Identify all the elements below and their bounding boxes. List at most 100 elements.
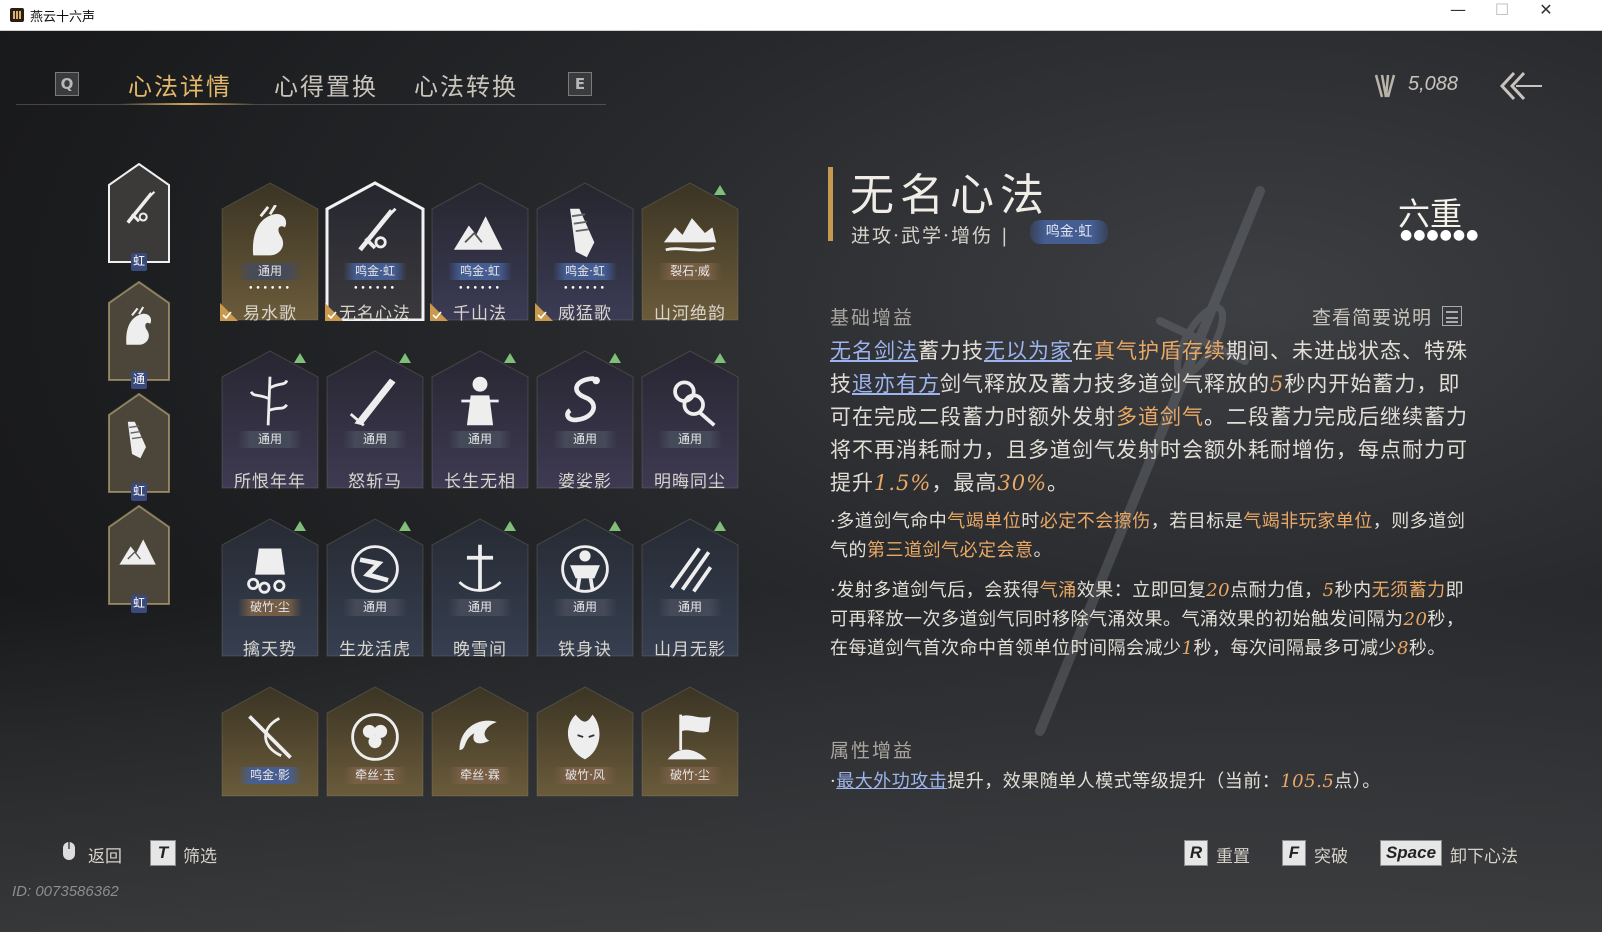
skill-card[interactable]: 通用 山月无影 (640, 517, 740, 660)
desc-text: ·多道剑气命中 (830, 511, 948, 532)
back-arrow-icon[interactable] (1498, 69, 1544, 103)
skill-card[interactable]: 牵丝·玉 (325, 685, 425, 797)
back-hint[interactable]: 返回 (88, 842, 122, 867)
section-attr-buff: 属性增益 (830, 740, 915, 762)
minimize-button[interactable]: — (1436, 0, 1480, 30)
break-key[interactable]: F (1282, 840, 1306, 866)
currency-value: 5,088 (1408, 73, 1459, 95)
card-badge: 通用 (343, 431, 407, 448)
skill-card[interactable]: 通用 •••••• 易水歌 (220, 181, 320, 324)
link-wuming-sword[interactable]: 无名剑法 (830, 339, 918, 363)
equipped-slot[interactable]: 通 (108, 281, 170, 389)
player-id: ID: 0073586362 (12, 883, 119, 900)
mountains-icon (453, 216, 503, 250)
brief-description-link[interactable]: 查看简要说明 (1312, 303, 1432, 330)
link-wuyiweijia[interactable]: 无以为家 (984, 339, 1072, 363)
skill-card[interactable]: 牵丝·霖 (430, 685, 530, 797)
desc-text: 时 (1021, 511, 1040, 532)
skill-card[interactable]: 鸣金·虹 •••••• 威猛歌 (535, 181, 635, 324)
desc-text: 提升，效果随单人模式等级提升（当前： (947, 771, 1281, 792)
skill-card[interactable]: 通用 生龙活虎 (325, 517, 425, 660)
window-title: 燕云十六声 (30, 10, 96, 25)
filter-hint[interactable]: 筛选 (183, 842, 217, 867)
tab-skill-convert[interactable]: 心法转换 (414, 67, 518, 102)
desc-text: ·发射多道剑气后，会获得 (830, 580, 1040, 601)
skill-card[interactable]: 通用 婆娑影 (535, 349, 635, 492)
card-name: 婆娑影 (558, 472, 612, 492)
skill-card[interactable]: 鸣金·影 (220, 685, 320, 797)
desc-text: 在 (1072, 339, 1094, 363)
skill-level-dots: ●●●●●● (1400, 227, 1480, 243)
next-tab-key[interactable]: E (568, 72, 592, 96)
card-name: 擒天势 (243, 640, 297, 660)
close-button[interactable]: ✕ (1524, 0, 1568, 30)
game-viewport: Q 心法详情 心得置换 心法转换 E 5,088 虹通虹虹 通用 •••••• 易水… (0, 31, 1602, 932)
equipped-slot[interactable]: 虹 (108, 505, 170, 613)
upgrade-arrow-icon (609, 521, 621, 531)
chained-fist-icon (247, 548, 286, 594)
mouse-icon (63, 842, 75, 860)
desc-text: 。 (1047, 471, 1070, 495)
horse-icon (252, 204, 287, 256)
desc-highlight: 气竭非玩家单位 (1243, 511, 1373, 532)
card-name: 所恨年年 (234, 472, 306, 492)
prev-tab-key[interactable]: Q (55, 72, 79, 96)
flag-icon (667, 714, 711, 760)
list-icon[interactable] (1442, 306, 1462, 326)
desc-text: ，最高 (931, 471, 998, 495)
skill-card[interactable]: 通用 所恨年年 (220, 349, 320, 492)
upgrade-arrow-icon (714, 521, 726, 531)
break-hint[interactable]: 突破 (1314, 842, 1348, 867)
card-badge: 通用 (448, 599, 512, 616)
card-badge: 破竹·尘 (658, 767, 722, 784)
card-level-dots: •••••• (353, 284, 397, 294)
reset-key[interactable]: R (1184, 840, 1208, 866)
desc-number: 5 (1322, 580, 1335, 601)
tab-insight-swap[interactable]: 心得置换 (274, 67, 378, 102)
upgrade-arrow-icon (399, 521, 411, 531)
skill-card[interactable]: 鸣金·虹 •••••• 无名心法 (325, 181, 425, 324)
mountains-icon (119, 539, 156, 565)
link-tuiyiyoufang[interactable]: 退亦有方 (852, 372, 940, 396)
unload-key[interactable]: Space (1380, 840, 1442, 866)
skill-card[interactable]: 通用 怒斩马 (325, 349, 425, 492)
desc-number: 20 (1403, 609, 1428, 630)
skill-title: 无名心法 (850, 170, 1050, 221)
equipped-slot[interactable]: 虹 (108, 163, 170, 271)
horse-icon (126, 306, 152, 345)
reset-hint[interactable]: 重置 (1216, 842, 1250, 867)
section-base-buff: 基础增益 (830, 307, 915, 329)
dragon-icon (565, 376, 600, 423)
skill-card[interactable]: 鸣金·虹 •••••• 千山法 (430, 181, 530, 324)
filter-key[interactable]: T (150, 840, 176, 866)
card-name: 生龙活虎 (339, 640, 411, 660)
card-badge: 通用 (238, 431, 302, 448)
card-name: 铁身诀 (558, 640, 612, 660)
active-tab-indicator (120, 103, 255, 105)
link-max-attack[interactable]: 最大外功攻击 (836, 771, 947, 792)
skill-card[interactable]: 裂石·威 山河绝韵 (640, 181, 740, 324)
equipped-slot[interactable]: 虹 (108, 393, 170, 501)
card-badge: 鸣金·虹 (448, 263, 512, 280)
skill-card[interactable]: 破竹·风 (535, 685, 635, 797)
skill-card[interactable]: 破竹·尘 擒天势 (220, 517, 320, 660)
desc-text: 秒。 (1408, 638, 1446, 659)
skill-card[interactable]: 破竹·尘 (640, 685, 740, 797)
skill-card[interactable]: 通用 长生无相 (430, 349, 530, 492)
card-level-dots: •••••• (248, 284, 292, 294)
tab-skill-detail[interactable]: 心法详情 (128, 67, 232, 102)
upgrade-arrow-icon (714, 353, 726, 363)
spear-icon (248, 715, 292, 759)
unload-hint[interactable]: 卸下心法 (1450, 842, 1518, 867)
desc-highlight: 多道剑气 (1116, 405, 1204, 429)
mask-icon (567, 714, 600, 760)
desc-highlight: 气竭单位 (947, 511, 1022, 532)
card-name: 怒斩马 (348, 472, 402, 492)
skill-card[interactable]: 通用 铁身诀 (535, 517, 635, 660)
upgrade-arrow-icon (504, 521, 516, 531)
skill-card[interactable]: 通用 晚雪间 (430, 517, 530, 660)
desc-text: 秒内 (1334, 580, 1372, 601)
maximize-button[interactable]: ☐ (1480, 0, 1524, 30)
sword-icon (126, 191, 156, 224)
skill-card[interactable]: 通用 明晦同尘 (640, 349, 740, 492)
